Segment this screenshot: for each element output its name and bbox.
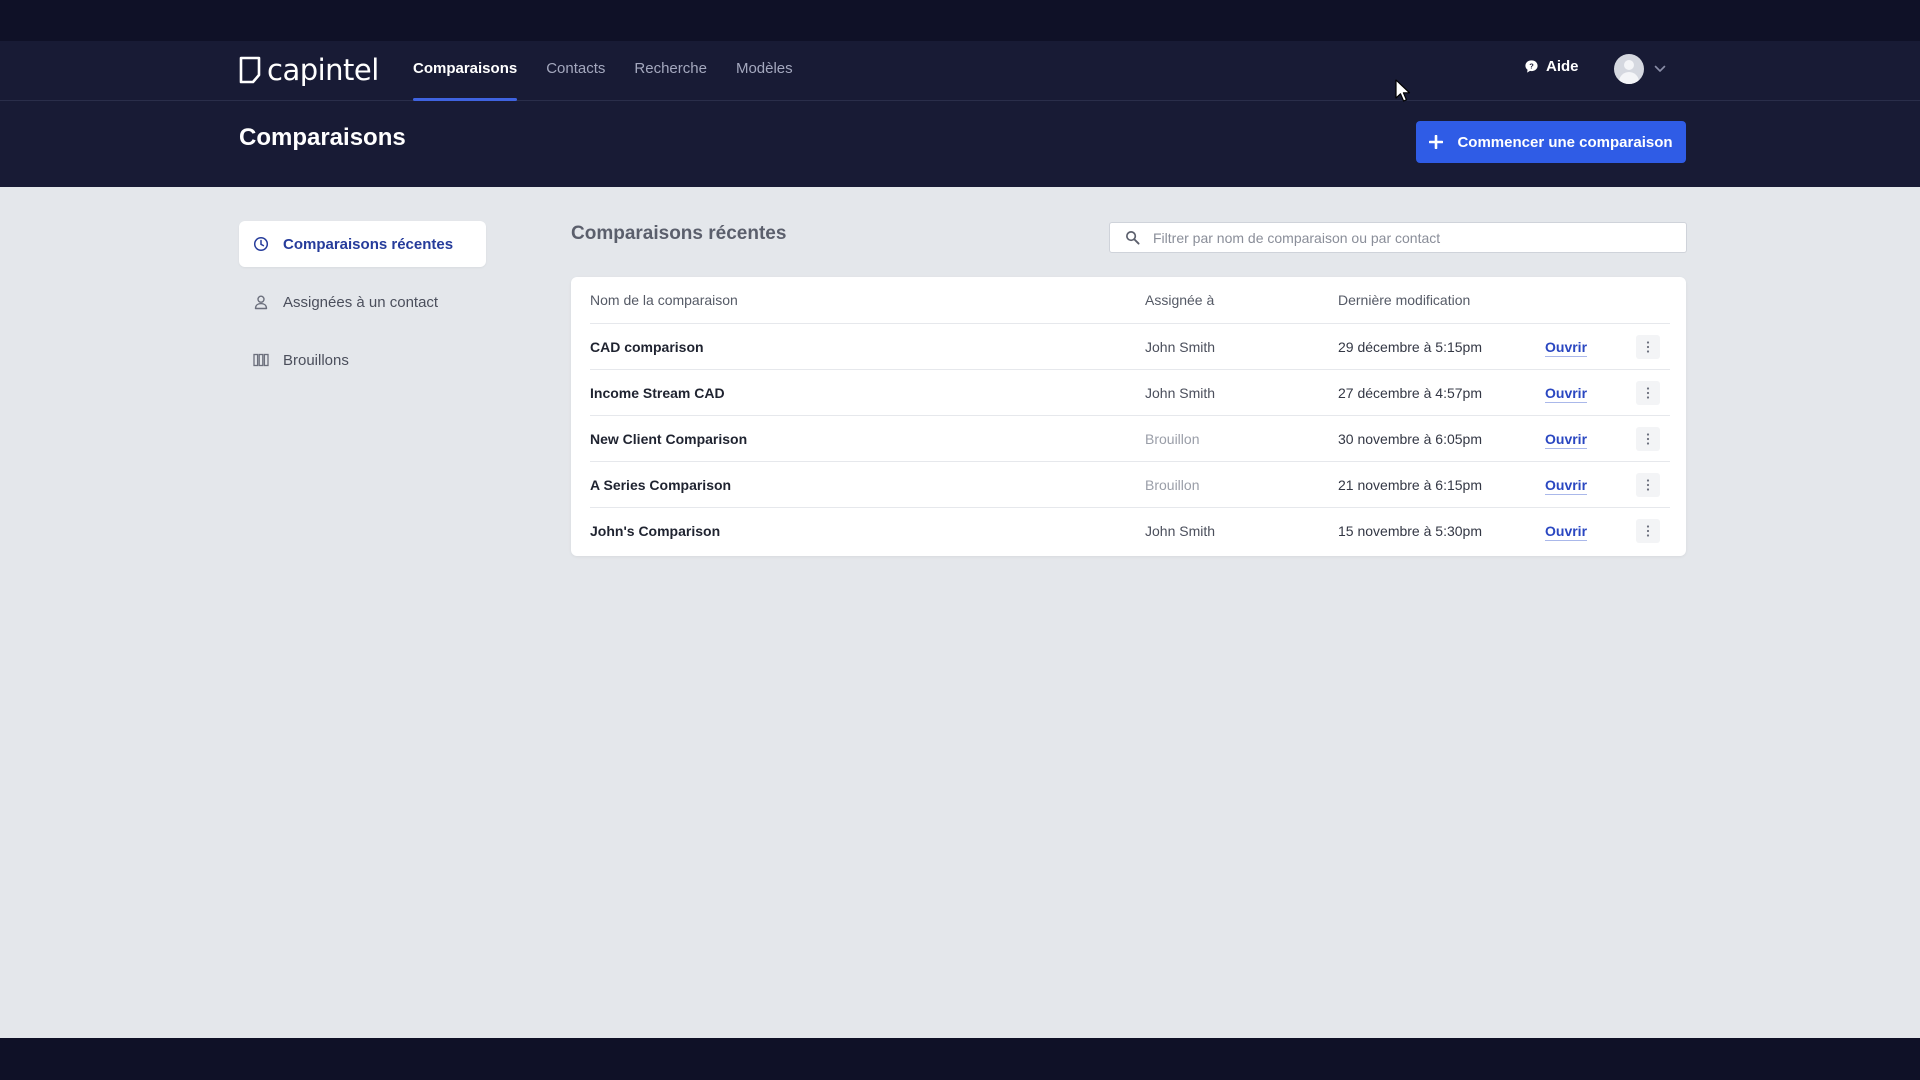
nav-item-contacts[interactable]: Contacts (546, 41, 605, 101)
search-icon (1126, 231, 1140, 245)
assigned-to: Brouillon (1145, 477, 1200, 493)
start-comparison-button[interactable]: Commencer une comparaison (1416, 121, 1686, 163)
nav-item-recherche[interactable]: Recherche (634, 41, 707, 101)
open-link[interactable]: Ouvrir (1545, 508, 1587, 554)
more-vertical-icon (1646, 525, 1650, 537)
last-modified: 21 novembre à 6:15pm (1338, 477, 1482, 493)
user-icon (254, 295, 268, 310)
table-row: John's Comparison John Smith 15 novembre… (590, 508, 1670, 554)
page-header: Comparaisons Commencer une comparaison (0, 101, 1920, 187)
header-name[interactable]: Nom de la comparaison (590, 277, 738, 323)
table-row: New Client Comparison Brouillon 30 novem… (590, 416, 1670, 462)
sidebar-item-recent[interactable]: Comparaisons récentes (239, 221, 486, 267)
screen-bottom-band (0, 1038, 1920, 1080)
app-window: capintel Comparaisons Contacts Recherche… (0, 41, 1920, 1038)
help-bubble-icon: ? (1525, 60, 1538, 73)
more-options-button[interactable] (1636, 473, 1660, 497)
more-vertical-icon (1646, 341, 1650, 353)
logo[interactable]: capintel (239, 53, 379, 87)
svg-text:?: ? (1529, 61, 1534, 70)
screen-top-band (0, 0, 1920, 41)
more-vertical-icon (1646, 387, 1650, 399)
sidebar-item-label: Assignées à un contact (283, 293, 439, 311)
more-options-button[interactable] (1636, 427, 1660, 451)
logo-text: capintel (267, 53, 379, 87)
table-row: A Series Comparison Brouillon 21 novembr… (590, 462, 1670, 508)
more-options-button[interactable] (1636, 381, 1660, 405)
nav-item-comparaisons[interactable]: Comparaisons (413, 41, 518, 101)
more-vertical-icon (1646, 433, 1650, 445)
last-modified: 29 décembre à 5:15pm (1338, 339, 1482, 355)
header-modified[interactable]: Dernière modification (1338, 277, 1470, 323)
last-modified: 30 novembre à 6:05pm (1338, 431, 1482, 447)
nav-item-modeles[interactable]: Modèles (736, 41, 793, 101)
assigned-to: John Smith (1145, 385, 1216, 401)
sidebar-item-label: Brouillons (283, 351, 349, 369)
comparison-name: CAD comparison (590, 339, 704, 355)
main-nav: Comparaisons Contacts Recherche Modèles (413, 41, 793, 101)
search-box (1109, 222, 1687, 253)
more-options-button[interactable] (1636, 519, 1660, 543)
help-label: Aide (1546, 58, 1579, 75)
open-link[interactable]: Ouvrir (1545, 370, 1587, 416)
table-row: CAD comparison John Smith 29 décembre à … (590, 324, 1670, 370)
header-assigned[interactable]: Assignée à (1145, 277, 1214, 323)
table-header-row: Nom de la comparaison Assignée à Dernièr… (590, 277, 1670, 324)
sidebar-item-label: Comparaisons récentes (283, 235, 454, 253)
table-row: Income Stream CAD John Smith 27 décembre… (590, 370, 1670, 416)
search-input[interactable] (1153, 229, 1673, 246)
clock-icon (253, 236, 269, 252)
chevron-down-icon (1654, 65, 1666, 72)
top-navbar: capintel Comparaisons Contacts Recherche… (0, 41, 1920, 101)
open-link[interactable]: Ouvrir (1545, 416, 1587, 462)
assigned-to: John Smith (1145, 339, 1216, 355)
page-title: Comparaisons (239, 124, 406, 151)
comparison-name: John's Comparison (590, 523, 721, 539)
sidebar-item-drafts[interactable]: Brouillons (239, 337, 486, 383)
sidebar-item-assigned[interactable]: Assignées à un contact (239, 279, 486, 325)
more-vertical-icon (1646, 479, 1650, 491)
columns-icon (253, 353, 269, 367)
last-modified: 27 décembre à 4:57pm (1338, 385, 1482, 401)
comparison-name: A Series Comparison (590, 477, 732, 493)
open-link[interactable]: Ouvrir (1545, 462, 1587, 508)
logo-mark-icon (239, 56, 261, 84)
section-title: Comparaisons récentes (571, 223, 787, 244)
comparisons-table: Nom de la comparaison Assignée à Dernièr… (571, 277, 1686, 556)
avatar (1614, 54, 1644, 84)
help-button[interactable]: ? Aide (1524, 58, 1579, 75)
assigned-to: John Smith (1145, 523, 1216, 539)
assigned-to: Brouillon (1145, 431, 1200, 447)
comparison-name: Income Stream CAD (590, 385, 725, 401)
plus-icon (1429, 135, 1444, 149)
comparison-name: New Client Comparison (590, 431, 748, 447)
start-comparison-label: Commencer une comparaison (1457, 133, 1673, 151)
open-link[interactable]: Ouvrir (1545, 324, 1587, 370)
mouse-pointer-icon (1395, 79, 1411, 102)
sidebar: Comparaisons récentes Assignées à un con… (239, 221, 486, 395)
more-options-button[interactable] (1636, 335, 1660, 359)
last-modified: 15 novembre à 5:30pm (1338, 523, 1482, 539)
user-menu[interactable] (1614, 54, 1666, 84)
